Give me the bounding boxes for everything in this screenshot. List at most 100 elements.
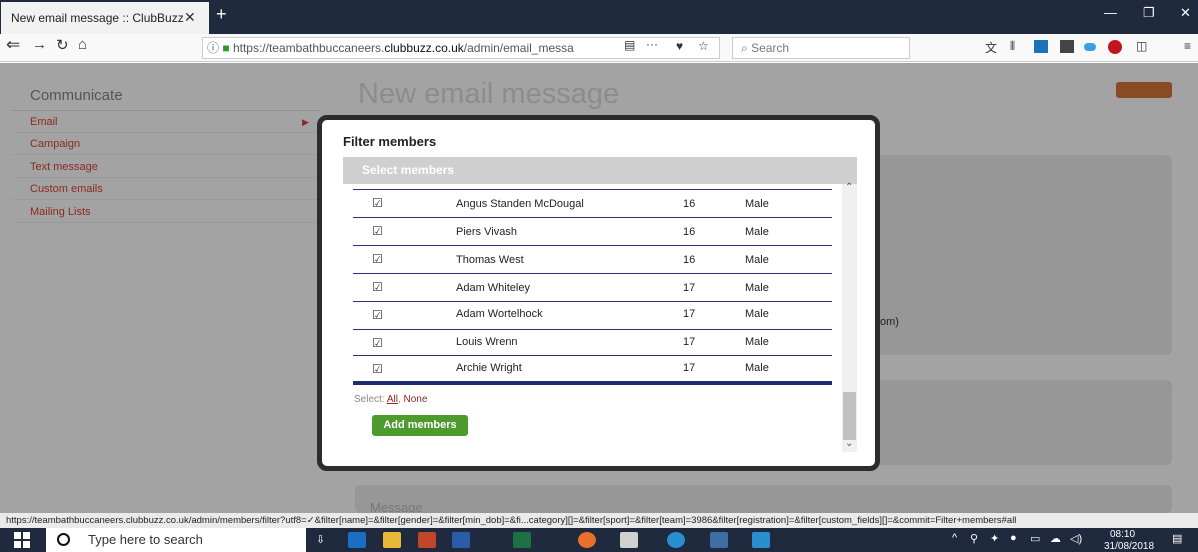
search-placeholder: Search [751, 41, 790, 55]
sidebar-divider [12, 222, 320, 223]
notifications-icon[interactable]: ▤ [1172, 532, 1182, 545]
url-path: /admin/email_messa [463, 41, 574, 55]
tray-icon[interactable]: ● [1010, 532, 1017, 544]
cortana-icon [57, 533, 70, 546]
windows-start-icon[interactable] [14, 532, 30, 548]
member-age: 17 [683, 308, 696, 320]
dropbox-icon[interactable]: ✦ [990, 532, 999, 545]
page-actions-icon[interactable]: ··· [646, 37, 658, 51]
select-none-link[interactable]: None [404, 394, 428, 405]
modal-title: Filter members [343, 134, 437, 149]
search-input[interactable]: ⌕ Search [732, 37, 910, 59]
minimize-icon[interactable]: — [1104, 5, 1117, 20]
browser-tab[interactable]: New email message :: ClubBuzz [1, 2, 209, 34]
volume-icon[interactable]: ◁) [1070, 532, 1082, 545]
status-url: https://teambathbuccaneers.clubbuzz.co.u… [0, 513, 1198, 528]
tray-up-arrow-icon[interactable]: ^ [952, 532, 957, 544]
app-icon[interactable] [752, 532, 770, 548]
reload-icon[interactable]: ↻ [56, 36, 69, 54]
checkbox[interactable]: ☑ [372, 362, 383, 376]
firefox-icon[interactable] [578, 532, 596, 548]
library-icon[interactable]: ⫴ [1010, 39, 1015, 54]
member-name: Adam Wortelhock [456, 308, 543, 320]
member-age: 17 [683, 282, 696, 294]
back-icon[interactable]: ⇐ [6, 35, 20, 55]
member-age: 16 [683, 198, 696, 210]
member-gender: Male [745, 254, 769, 266]
clock-date: 31/08/2018 [1104, 541, 1155, 552]
scroll-up-icon[interactable]: ⌃ [845, 182, 853, 193]
reader-view-icon[interactable]: ▤ [624, 38, 635, 52]
member-age: 17 [683, 336, 696, 348]
checkbox[interactable]: ☑ [372, 196, 383, 210]
sidebar-item-email[interactable]: Email [30, 116, 58, 128]
calculator-icon[interactable] [620, 532, 638, 548]
translate-icon[interactable]: 文 [985, 39, 997, 56]
battery-icon[interactable]: ▭ [1030, 532, 1040, 545]
sidebar-toggle-icon[interactable]: ◫ [1136, 39, 1147, 53]
checkbox[interactable]: ☑ [372, 224, 383, 238]
app-icon[interactable] [710, 532, 728, 548]
add-members-button[interactable]: Add members [372, 415, 468, 436]
maximize-icon[interactable]: ❐ [1143, 5, 1155, 21]
onedrive-icon[interactable]: ☁ [1050, 532, 1061, 545]
sidebar-item-text-message[interactable]: Text message [30, 161, 98, 173]
sidebar-divider [12, 154, 320, 155]
file-explorer-icon[interactable] [383, 532, 401, 548]
member-name: Archie Wright [456, 362, 522, 374]
arrow-right-icon: ▶ [302, 117, 309, 127]
microphone-icon[interactable]: ⇩ [316, 533, 325, 546]
word-icon[interactable] [452, 532, 470, 548]
message-panel [355, 485, 1172, 513]
top-action-button[interactable] [1116, 82, 1172, 98]
url-prefix: https://teambathbuccaneers. [232, 41, 385, 55]
clock-time: 08:10 [1110, 529, 1136, 540]
outlook-icon[interactable] [348, 532, 366, 548]
recipients-panel [855, 155, 1172, 355]
forward-icon[interactable]: → [32, 36, 47, 53]
sidebar-divider [12, 199, 320, 200]
checkbox[interactable]: ☑ [372, 336, 383, 350]
powerpoint-icon[interactable] [418, 532, 436, 548]
new-tab-icon[interactable]: + [216, 4, 227, 25]
cloud-icon[interactable] [1084, 43, 1096, 51]
sidebar-item-campaign[interactable]: Campaign [30, 138, 80, 150]
checkbox[interactable]: ☑ [372, 308, 383, 322]
member-gender: Male [745, 198, 769, 210]
home-icon[interactable]: ⌂ [78, 36, 87, 53]
checkbox[interactable]: ☑ [372, 252, 383, 266]
checkbox[interactable]: ☑ [372, 280, 383, 294]
select-label: Select: [354, 394, 385, 405]
sidebar-item-custom-emails[interactable]: Custom emails [30, 183, 103, 195]
hamburger-menu-icon[interactable]: ≡ [1184, 39, 1191, 53]
select-members-label: Select members [362, 163, 455, 177]
member-gender: Male [745, 226, 769, 238]
pocket-icon[interactable]: ♥ [676, 39, 683, 53]
scroll-down-icon[interactable]: ⌄ [845, 438, 853, 449]
excel-icon[interactable] [513, 532, 531, 548]
select-all-link[interactable]: All [387, 394, 398, 405]
app-icon[interactable] [667, 532, 685, 548]
background-text: om) [880, 316, 899, 328]
member-gender: Male [745, 308, 769, 320]
sidebar-divider [12, 177, 320, 178]
extension-icon[interactable] [1060, 40, 1074, 53]
scrollbar-thumb[interactable] [843, 392, 856, 440]
sidebar-item-mailing-lists[interactable]: Mailing Lists [30, 206, 91, 218]
url-bar[interactable]: ⓘ ■ https://teambathbuccaneers.clubbuzz.… [202, 37, 720, 59]
member-age: 16 [683, 226, 696, 238]
screenshot-icon[interactable] [1034, 40, 1048, 53]
adblock-icon[interactable] [1108, 40, 1122, 54]
tab-close-icon[interactable]: ✕ [184, 9, 196, 26]
close-window-icon[interactable]: ✕ [1180, 5, 1191, 21]
page-title: New email message [358, 78, 620, 110]
sidebar-title: Communicate [30, 87, 123, 104]
member-gender: Male [745, 362, 769, 374]
taskbar-search-text: Type here to search [88, 532, 203, 547]
sidebar-divider [12, 132, 320, 133]
bookmark-star-icon[interactable]: ☆ [698, 39, 709, 53]
tab-title: New email message :: ClubBuzz [11, 11, 184, 25]
tray-icon[interactable]: ⚲ [970, 532, 978, 545]
sidebar-divider [12, 110, 320, 111]
member-name: Thomas West [456, 254, 524, 266]
